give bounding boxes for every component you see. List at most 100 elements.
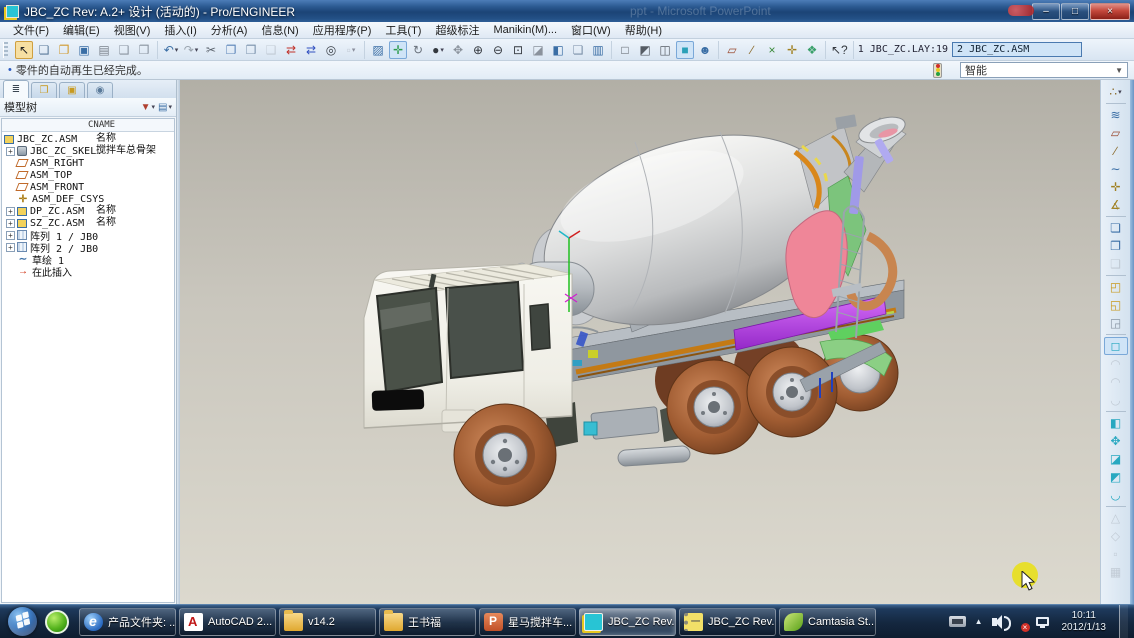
menu-item-4[interactable]: 分析(A) bbox=[204, 22, 255, 38]
taskbar-button-4-ppt[interactable]: 星马搅拌车... bbox=[479, 608, 576, 636]
trim-tool-icon[interactable]: ◪ bbox=[1104, 450, 1128, 468]
update-model-icon[interactable]: ⇄ bbox=[302, 41, 320, 59]
find-icon[interactable]: ◎ bbox=[322, 41, 340, 59]
toolbar-grip[interactable] bbox=[3, 42, 8, 58]
menu-item-3[interactable]: 插入(I) bbox=[157, 22, 203, 38]
annotation-display-toggle-icon[interactable]: ❖ bbox=[803, 41, 821, 59]
rib-tool-icon[interactable]: ▫ bbox=[1104, 545, 1128, 563]
wireframe-display-icon[interactable]: □ bbox=[616, 41, 634, 59]
front-wheel[interactable] bbox=[454, 404, 556, 506]
sweep-tool-icon[interactable]: ◠ bbox=[1104, 373, 1128, 391]
spin-center-icon[interactable]: ✛ bbox=[389, 41, 407, 59]
taskbar-button-5-proe[interactable]: JBC_ZC Rev... bbox=[579, 608, 676, 636]
csys-display-toggle-icon[interactable]: ✛ bbox=[783, 41, 801, 59]
redo-icon[interactable]: ↷▾ bbox=[182, 41, 200, 59]
new-file-icon[interactable]: ❏ bbox=[35, 41, 53, 59]
volume-icon[interactable] bbox=[992, 618, 997, 626]
taskbar-button-6-notebook[interactable]: JBC_ZC Rev... bbox=[679, 608, 776, 636]
revolve-tool-icon[interactable]: ◠ bbox=[1104, 355, 1128, 373]
select-arrow-icon[interactable]: ↖ bbox=[15, 41, 33, 59]
layer-settings-tool-icon[interactable]: ❐ bbox=[1104, 237, 1128, 255]
sketch-tool-icon[interactable]: ≋ bbox=[1104, 106, 1128, 124]
orient-mode-icon[interactable]: ↻ bbox=[409, 41, 427, 59]
paste-special-icon[interactable]: ❑ bbox=[262, 41, 280, 59]
zoom-out-icon[interactable]: ⊖ bbox=[489, 41, 507, 59]
network-icon[interactable] bbox=[1036, 617, 1049, 626]
refit-icon[interactable]: ⊡ bbox=[509, 41, 527, 59]
chamfer-tool-icon[interactable]: ◇ bbox=[1104, 527, 1128, 545]
history-tab[interactable]: ◉ bbox=[87, 82, 113, 98]
blend-tool-icon[interactable]: ◡ bbox=[1104, 391, 1128, 409]
minimize-button[interactable]: – bbox=[1032, 3, 1060, 20]
model-tree-tab[interactable]: ≣ bbox=[3, 80, 29, 98]
pan-zoom-icon[interactable]: ✥ bbox=[449, 41, 467, 59]
mirror-tool-icon[interactable]: ◧ bbox=[1104, 414, 1128, 432]
screen-recorder-icon[interactable] bbox=[949, 616, 966, 627]
tree-item-草绘 1[interactable]: ∼草绘 1 bbox=[2, 253, 174, 265]
component-package-tool-icon[interactable]: ◲ bbox=[1104, 314, 1128, 332]
menu-item-2[interactable]: 视图(V) bbox=[107, 22, 158, 38]
csys-tool-icon[interactable]: ✛ bbox=[1104, 178, 1128, 196]
tree-settings-button[interactable]: ▤▾ bbox=[158, 102, 172, 113]
action-center-flag-icon[interactable] bbox=[1014, 615, 1027, 629]
menu-item-9[interactable]: Manikin(M)... bbox=[486, 24, 564, 36]
tree-item-在此插入[interactable]: →在此插入 bbox=[2, 265, 174, 277]
layers-icon[interactable]: ❏ bbox=[569, 41, 587, 59]
plane-display-toggle-icon[interactable]: ▱ bbox=[723, 41, 741, 59]
folder-browser-tab[interactable]: ❐ bbox=[31, 82, 57, 98]
taskbar-clock[interactable]: 10:11 2012/1/13 bbox=[1062, 610, 1107, 634]
save-file-icon[interactable]: ▣ bbox=[75, 41, 93, 59]
layer-tool-icon[interactable]: ❏ bbox=[1104, 219, 1128, 237]
copy-icon[interactable]: ❐ bbox=[222, 41, 240, 59]
round-tool-icon[interactable]: △ bbox=[1104, 509, 1128, 527]
measure-tool-icon[interactable]: ∡ bbox=[1104, 196, 1128, 214]
extrude-tool-icon[interactable]: ◻ bbox=[1104, 337, 1128, 355]
shaded-display-icon[interactable]: ■ bbox=[676, 41, 694, 59]
view-clip-icon[interactable]: ◪ bbox=[529, 41, 547, 59]
component-create-tool-icon[interactable]: ◰ bbox=[1104, 278, 1128, 296]
selection-filter-dropdown[interactable]: 智能 ▼ bbox=[960, 62, 1128, 78]
pattern-grid-tool-icon[interactable]: ▦ bbox=[1104, 563, 1128, 581]
cut-icon[interactable]: ✂ bbox=[202, 41, 220, 59]
tree-item-ASM_FRONT[interactable]: ASM_FRONT bbox=[2, 181, 174, 193]
boundary-blend-tool-icon[interactable]: ◡ bbox=[1104, 486, 1128, 504]
maximize-button[interactable]: □ bbox=[1061, 3, 1089, 20]
taskbar-button-2-folder[interactable]: v14.2 bbox=[279, 608, 376, 636]
curve-tool-icon[interactable]: ∼ bbox=[1104, 160, 1128, 178]
taskbar-button-7-camtasia[interactable]: Camtasia St... bbox=[779, 608, 876, 636]
expand-toggle[interactable]: + bbox=[6, 243, 15, 252]
undo-icon[interactable]: ↶▾ bbox=[162, 41, 180, 59]
shade-sphere-icon[interactable]: ●▾ bbox=[429, 41, 447, 59]
graphics-area[interactable] bbox=[180, 80, 1100, 604]
tree-column-header[interactable]: CNAME bbox=[2, 119, 174, 132]
title-bar[interactable]: JBC_ZC Rev: A.2+ 设计 (活动的) - Pro/ENGINEER… bbox=[0, 0, 1134, 22]
repaint-icon[interactable]: ▨ bbox=[369, 41, 387, 59]
component-assemble-tool-icon[interactable]: ◱ bbox=[1104, 296, 1128, 314]
tree-item-ASM_DEF_CSYS[interactable]: ✛ASM_DEF_CSYS bbox=[2, 193, 174, 205]
browser-quicklaunch-icon[interactable] bbox=[45, 610, 69, 634]
expand-toggle[interactable]: + bbox=[6, 219, 15, 228]
menu-item-6[interactable]: 应用程序(P) bbox=[306, 22, 379, 38]
taskbar-button-3-folder[interactable]: 王书福 bbox=[379, 608, 476, 636]
merge-tool-icon[interactable]: ◩ bbox=[1104, 468, 1128, 486]
viewport-3d-model[interactable] bbox=[180, 80, 1100, 604]
regenerate-icon[interactable]: ⇄ bbox=[282, 41, 300, 59]
print-icon[interactable]: ▤ bbox=[95, 41, 113, 59]
tree-item-阵列 2 / JB0[interactable]: +阵列 2 / JB0 bbox=[2, 241, 174, 253]
tree-item-DP_ZC.ASM[interactable]: +DP_ZC.ASM名称 bbox=[2, 205, 174, 217]
datum-point-tool-icon[interactable]: ∴▾ bbox=[1104, 83, 1128, 101]
datum-axis-tool-icon[interactable]: ∕ bbox=[1104, 142, 1128, 160]
show-desktop-button[interactable] bbox=[1119, 605, 1128, 638]
select-box-icon[interactable]: ▫▾ bbox=[342, 41, 360, 59]
tree-item-ASM_RIGHT[interactable]: ASM_RIGHT bbox=[2, 157, 174, 169]
menu-item-1[interactable]: 编辑(E) bbox=[56, 22, 107, 38]
expand-toggle[interactable]: + bbox=[6, 147, 15, 156]
manikin-icon[interactable]: ☻ bbox=[696, 41, 714, 59]
view-manager-icon[interactable]: ◧ bbox=[549, 41, 567, 59]
zoom-in-icon[interactable]: ⊕ bbox=[469, 41, 487, 59]
datum-plane-tool-icon[interactable]: ▱ bbox=[1104, 124, 1128, 142]
taskbar-button-0-ie[interactable]: 产品文件夹: ... bbox=[79, 608, 176, 636]
model-backup-icon[interactable]: ❒ bbox=[135, 41, 153, 59]
context-help-icon[interactable]: ↖? bbox=[830, 41, 849, 59]
tree-filter-button[interactable]: ▼▾ bbox=[141, 102, 155, 113]
